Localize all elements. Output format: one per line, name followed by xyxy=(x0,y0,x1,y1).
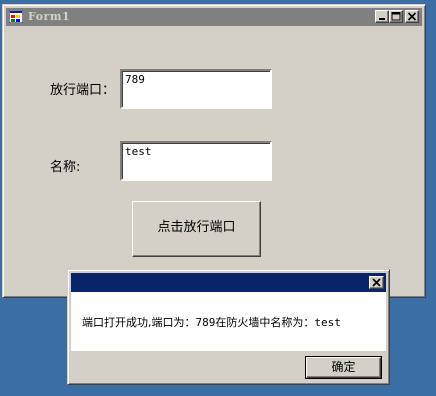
ok-button[interactable]: 确定 xyxy=(305,356,382,379)
name-input[interactable]: test xyxy=(120,141,272,181)
title-bar[interactable]: Form1 xyxy=(6,8,422,26)
dialog-message: 端口打开成功,端口为：789在防火墙中名称为：test xyxy=(82,314,341,330)
message-dialog: 端口打开成功,端口为：789在防火墙中名称为：test 确定 xyxy=(67,269,390,385)
message-name: test xyxy=(314,316,341,329)
app-icon[interactable] xyxy=(8,9,24,24)
maximize-icon xyxy=(391,12,401,21)
open-port-button[interactable]: 点击放行端口 xyxy=(132,201,261,257)
close-icon xyxy=(372,278,381,287)
dialog-body: 端口打开成功,端口为：789在防火墙中名称为：test xyxy=(71,292,386,351)
main-window: Form1 放行端口： 789 名称: test 点击放行端口 xyxy=(2,4,426,298)
close-button[interactable] xyxy=(405,10,419,23)
message-port: 789 xyxy=(195,316,216,329)
dialog-title-bar[interactable] xyxy=(71,273,386,292)
minimize-button[interactable] xyxy=(375,10,389,23)
message-prefix: 端口打开成功,端口为： xyxy=(82,316,196,329)
name-label: 名称: xyxy=(50,160,81,175)
port-label: 放行端口： xyxy=(50,83,116,98)
port-input[interactable]: 789 xyxy=(120,69,272,109)
dialog-close-button[interactable] xyxy=(369,276,384,289)
maximize-button[interactable] xyxy=(389,10,403,23)
close-icon xyxy=(407,12,417,21)
minimize-icon xyxy=(379,18,385,20)
window-title: Form1 xyxy=(28,10,71,23)
message-middle: 在防火墙中名称为： xyxy=(215,316,315,329)
